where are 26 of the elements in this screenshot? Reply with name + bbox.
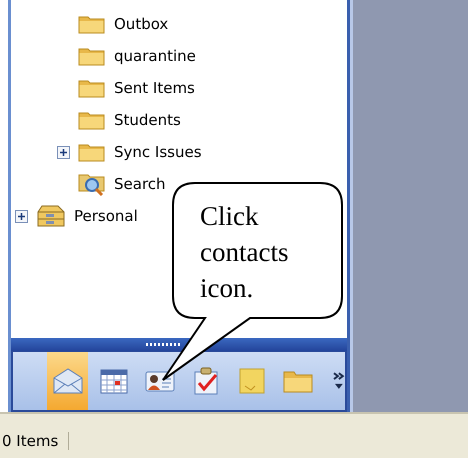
folder-name[interactable]: Outbox — [114, 15, 168, 33]
folder-name[interactable]: Search — [114, 175, 166, 193]
folder-name[interactable]: Personal — [74, 207, 138, 225]
note-icon — [238, 368, 265, 394]
folder-icon — [78, 78, 106, 98]
pane-splitter[interactable] — [11, 338, 347, 351]
expand-toggle[interactable] — [15, 210, 28, 222]
calendar-icon — [100, 368, 128, 394]
folder-icon — [78, 46, 106, 66]
folder-icon — [78, 142, 106, 162]
file-cabinet-icon — [36, 204, 66, 228]
folder-name[interactable]: Students — [114, 111, 181, 129]
contact-card-icon — [144, 369, 175, 393]
grip-icon — [146, 342, 182, 346]
folder-icon — [78, 14, 106, 34]
folder-name[interactable]: Sync Issues — [114, 143, 202, 161]
expand-toggle[interactable] — [57, 146, 70, 158]
envelope-icon — [52, 368, 83, 394]
folder-name[interactable]: quarantine — [114, 47, 196, 65]
search-folder-icon — [78, 172, 106, 196]
task-checklist-icon — [192, 367, 220, 395]
status-text: 0 Items — [0, 432, 70, 450]
folder-icon — [78, 110, 106, 130]
callout-text: Click contacts icon. — [200, 200, 290, 305]
folder-name[interactable]: Sent Items — [114, 79, 195, 97]
folder-icon — [282, 369, 313, 393]
